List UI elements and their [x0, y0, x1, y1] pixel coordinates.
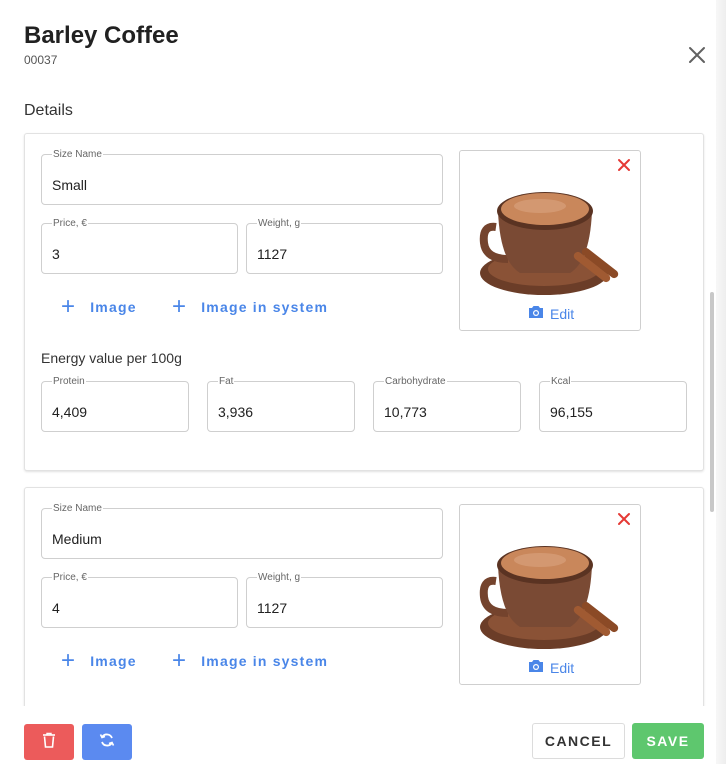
add-image-in-system-label: Image in system [201, 299, 329, 315]
add-image-in-system-label: Image in system [201, 653, 329, 669]
kcal-field[interactable]: Kcal 96,155 [539, 376, 687, 432]
price-field[interactable]: Price, € 4 [41, 572, 238, 628]
weight-value: 1127 [257, 600, 288, 616]
section-title: Details [24, 102, 73, 119]
weight-field[interactable]: Weight, g 1127 [246, 218, 443, 274]
weight-value: 1127 [257, 246, 288, 262]
size-name-field[interactable]: Size Name Small [41, 149, 443, 205]
add-image-in-system-button[interactable]: + Image in system [172, 293, 329, 320]
product-image-box: Edit [459, 504, 641, 685]
coffee-cup-image [479, 192, 619, 295]
dialog-footer: CANCEL SAVE [0, 706, 716, 764]
sync-button[interactable] [82, 724, 132, 760]
remove-image-icon[interactable] [616, 511, 632, 527]
delete-button[interactable] [24, 724, 74, 760]
cancel-button[interactable]: CANCEL [532, 723, 625, 759]
price-field[interactable]: Price, € 3 [41, 218, 238, 274]
fat-field[interactable]: Fat 3,936 [207, 376, 355, 432]
plus-icon: + [61, 647, 77, 674]
price-value: 3 [52, 246, 60, 262]
sync-icon [99, 732, 115, 753]
size-card: Size Name Small Price, € 3 Weight, g 112… [24, 133, 704, 471]
details-scroll-area[interactable]: Size Name Small Price, € 3 Weight, g 112… [0, 130, 726, 706]
size-name-value: Small [52, 177, 88, 193]
product-code: 00037 [24, 53, 58, 67]
window-edge [716, 0, 726, 764]
size-name-label: Size Name [52, 149, 103, 160]
price-label: Price, € [52, 572, 88, 583]
price-label: Price, € [52, 218, 88, 229]
add-image-label: Image [90, 653, 137, 669]
camera-icon [528, 659, 550, 676]
carbohydrate-value: 10,773 [384, 404, 427, 420]
add-image-button[interactable]: + Image [61, 647, 137, 674]
size-card: Size Name Medium Price, € 4 Weight, g 11… [24, 487, 704, 706]
edit-image-label: Edit [550, 305, 575, 322]
scrollbar-thumb[interactable] [710, 292, 714, 512]
carbohydrate-field[interactable]: Carbohydrate 10,773 [373, 376, 521, 432]
add-image-label: Image [90, 299, 137, 315]
weight-field[interactable]: Weight, g 1127 [246, 572, 443, 628]
kcal-label: Kcal [550, 376, 572, 387]
fat-value: 3,936 [218, 404, 254, 420]
camera-icon [528, 305, 550, 322]
save-button[interactable]: SAVE [632, 723, 704, 759]
plus-icon: + [172, 647, 188, 674]
edit-image-button[interactable]: Edit [528, 305, 574, 322]
weight-label: Weight, g [257, 218, 302, 229]
weight-label: Weight, g [257, 572, 302, 583]
protein-field[interactable]: Protein 4,409 [41, 376, 189, 432]
fat-label: Fat [218, 376, 235, 387]
close-icon[interactable] [686, 44, 708, 66]
edit-image-label: Edit [550, 659, 575, 676]
product-image-box: Edit [459, 150, 641, 331]
coffee-cup-image [479, 546, 619, 649]
size-name-value: Medium [52, 531, 102, 547]
price-value: 4 [52, 600, 60, 616]
size-name-field[interactable]: Size Name Medium [41, 503, 443, 559]
plus-icon: + [172, 293, 188, 320]
carbohydrate-label: Carbohydrate [384, 376, 447, 387]
dialog-header: Barley Coffee 00037 [24, 20, 179, 67]
edit-image-button[interactable]: Edit [528, 659, 574, 676]
energy-value-label: Energy value per 100g [41, 350, 182, 366]
protein-label: Protein [52, 376, 86, 387]
add-image-in-system-button[interactable]: + Image in system [172, 647, 329, 674]
protein-value: 4,409 [52, 404, 88, 420]
kcal-value: 96,155 [550, 404, 593, 420]
trash-icon [42, 732, 56, 753]
plus-icon: + [61, 293, 77, 320]
size-name-label: Size Name [52, 503, 103, 514]
add-image-button[interactable]: + Image [61, 293, 137, 320]
page-title: Barley Coffee [24, 22, 179, 49]
remove-image-icon[interactable] [616, 157, 632, 173]
